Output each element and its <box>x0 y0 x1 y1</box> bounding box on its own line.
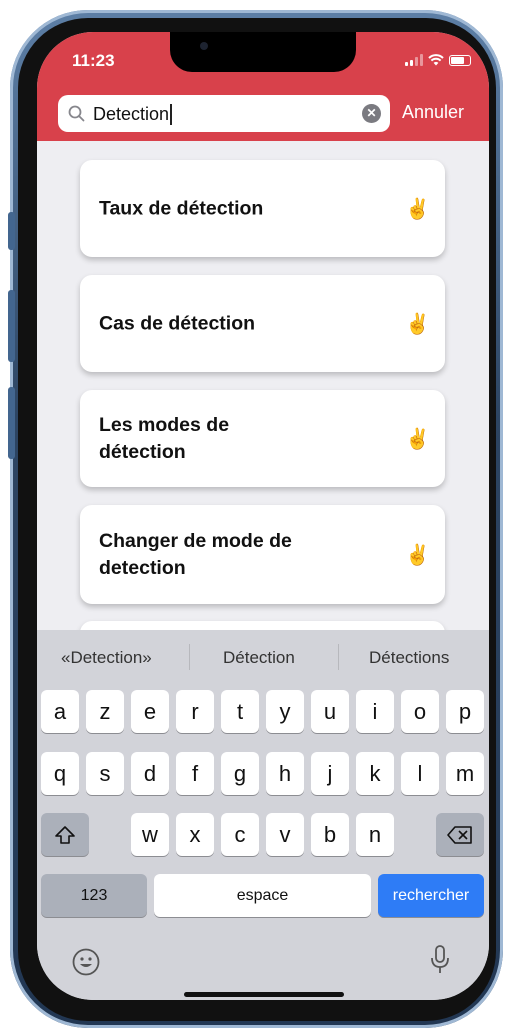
key-letter[interactable]: b <box>311 813 349 856</box>
result-title: Changer de mode de detection <box>99 529 292 579</box>
front-camera <box>200 42 208 50</box>
victory-hand-icon: ✌️ <box>405 198 430 220</box>
key-letter[interactable]: a <box>41 690 79 733</box>
key-letter[interactable]: d <box>131 752 169 795</box>
key-letter[interactable]: y <box>266 690 304 733</box>
victory-hand-icon: ✌️ <box>405 313 430 335</box>
numbers-key[interactable]: 123 <box>41 874 147 917</box>
search-query: Detection <box>93 104 170 124</box>
suggestion-item[interactable]: «Detection» <box>61 648 152 668</box>
result-card[interactable]: Les modes de détection ✌️ <box>80 390 445 487</box>
key-letter[interactable]: w <box>131 813 169 856</box>
screen: 11:23 Detection ✕ Annuler Taux de détect… <box>37 32 489 1000</box>
key-letter[interactable]: s <box>86 752 124 795</box>
victory-hand-icon: ✌️ <box>405 428 430 450</box>
home-indicator[interactable] <box>184 992 344 997</box>
wifi-icon <box>428 54 444 66</box>
space-key[interactable]: espace <box>154 874 371 917</box>
result-title: Les modes de détection <box>99 413 230 463</box>
key-letter[interactable]: i <box>356 690 394 733</box>
key-letter[interactable]: x <box>176 813 214 856</box>
status-icons <box>405 54 471 66</box>
battery-icon <box>449 54 471 66</box>
notch <box>170 32 356 72</box>
key-letter[interactable]: o <box>401 690 439 733</box>
result-title: Taux de détection <box>99 197 264 219</box>
mute-switch <box>8 212 15 250</box>
suggestion-bar: «Detection» Détection Détections <box>37 630 489 683</box>
volume-down-button <box>8 387 15 459</box>
key-letter[interactable]: h <box>266 752 304 795</box>
key-letter[interactable]: n <box>356 813 394 856</box>
key-letter[interactable]: q <box>41 752 79 795</box>
suggestion-divider <box>189 644 190 670</box>
key-letter[interactable]: k <box>356 752 394 795</box>
shift-icon <box>55 825 75 844</box>
search-header: 11:23 Detection ✕ Annuler <box>37 32 489 141</box>
search-field[interactable]: Detection ✕ <box>58 95 390 132</box>
delete-key[interactable] <box>436 813 484 856</box>
microphone-icon[interactable] <box>429 944 451 976</box>
keyboard: «Detection» Détection Détections a z e r… <box>37 630 489 1000</box>
key-letter[interactable]: z <box>86 690 124 733</box>
key-letter[interactable]: f <box>176 752 214 795</box>
clear-search-icon[interactable]: ✕ <box>362 104 381 123</box>
search-key[interactable]: rechercher <box>378 874 484 917</box>
result-card[interactable]: Changer de mode de detection ✌️ <box>80 505 445 604</box>
cellular-signal-icon <box>405 54 423 66</box>
key-letter[interactable]: u <box>311 690 349 733</box>
key-letter[interactable]: t <box>221 690 259 733</box>
key-letter[interactable]: c <box>221 813 259 856</box>
result-card[interactable]: Cas de détection ✌️ <box>80 275 445 372</box>
result-title: Cas de détection <box>99 312 256 334</box>
search-icon <box>68 105 85 122</box>
text-caret <box>170 104 173 125</box>
backspace-icon <box>447 825 472 844</box>
victory-hand-icon: ✌️ <box>405 544 430 566</box>
key-letter[interactable]: m <box>446 752 484 795</box>
key-letter[interactable]: j <box>311 752 349 795</box>
suggestion-item[interactable]: Détections <box>369 648 449 668</box>
suggestion-divider <box>338 644 339 670</box>
key-letter[interactable]: p <box>446 690 484 733</box>
key-letter[interactable]: e <box>131 690 169 733</box>
key-letter[interactable]: g <box>221 752 259 795</box>
key-letter[interactable]: v <box>266 813 304 856</box>
cancel-button[interactable]: Annuler <box>402 102 464 123</box>
search-input[interactable]: Detection <box>93 104 173 125</box>
result-card[interactable]: Taux de détection ✌️ <box>80 160 445 257</box>
shift-key[interactable] <box>41 813 89 856</box>
key-letter[interactable]: l <box>401 752 439 795</box>
key-letter[interactable]: r <box>176 690 214 733</box>
status-time: 11:23 <box>72 51 115 70</box>
suggestion-item[interactable]: Détection <box>223 648 295 668</box>
volume-up-button <box>8 290 15 362</box>
emoji-icon[interactable] <box>72 948 100 976</box>
